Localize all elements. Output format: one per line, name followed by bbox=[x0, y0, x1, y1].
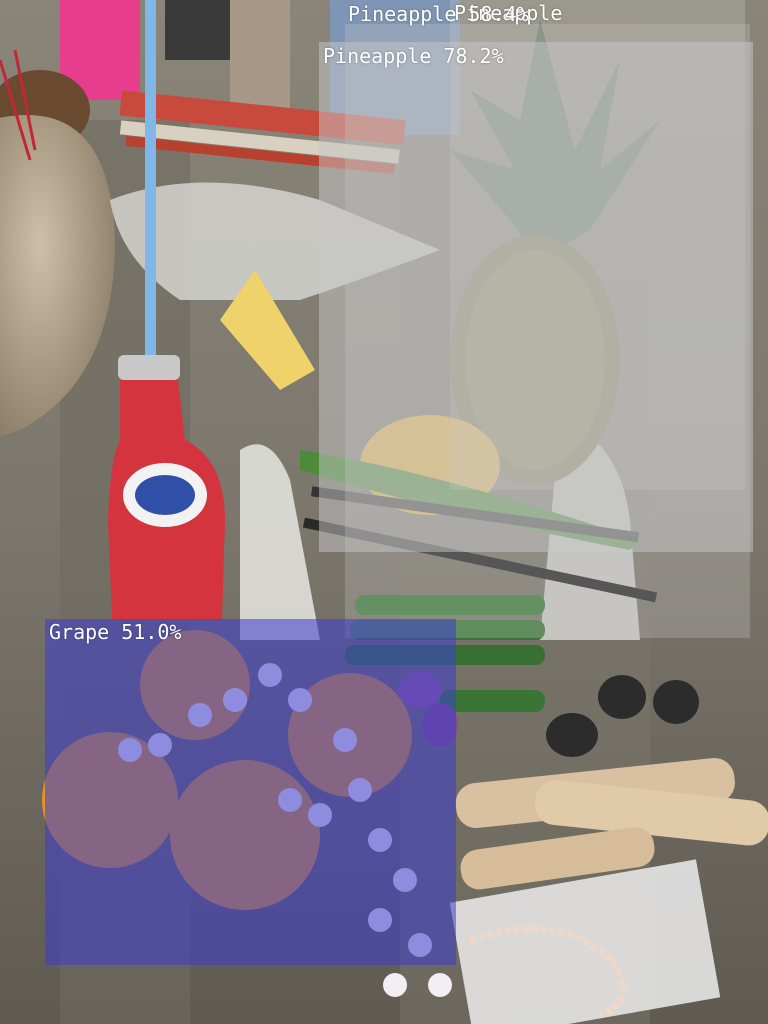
detection-score: 78.2% bbox=[443, 44, 504, 68]
detection-label-grape-1: Grape 51.0% bbox=[49, 620, 181, 644]
detection-label-pineapple-2: Pineapple 58.4% bbox=[348, 2, 529, 26]
detection-class: Grape bbox=[49, 620, 110, 644]
dark-cup bbox=[546, 713, 598, 757]
detection-class: Pineapple bbox=[348, 2, 457, 26]
wooden-post bbox=[230, 0, 290, 110]
detection-score: 51.0% bbox=[121, 620, 182, 644]
detection-box-pineapple-small[interactable] bbox=[450, 0, 745, 490]
detection-class: Pineapple bbox=[323, 44, 432, 68]
dark-cup bbox=[653, 680, 699, 724]
dark-cup bbox=[598, 675, 646, 719]
detection-label-pineapple-1: Pineapple 78.2% bbox=[323, 44, 504, 68]
detection-box-grape[interactable] bbox=[45, 619, 456, 965]
detection-score: 58.4% bbox=[468, 2, 529, 26]
